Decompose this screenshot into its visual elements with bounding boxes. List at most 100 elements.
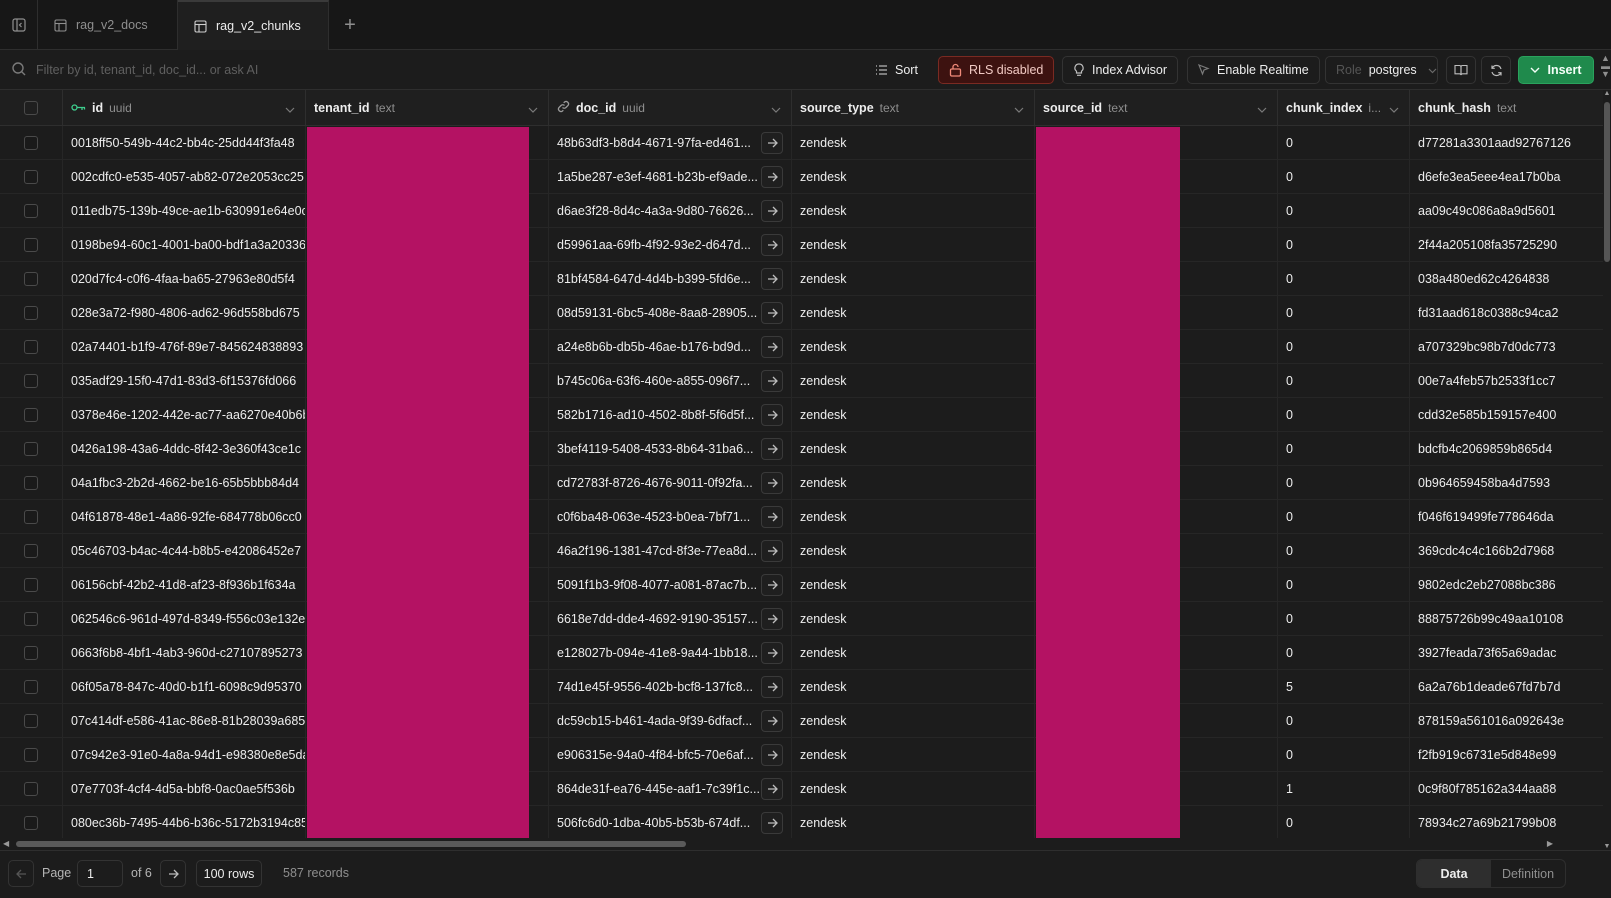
table-row[interactable]: 04f61878-48e1-4a86-92fe-684778b06cc0 c0f6…	[0, 500, 1603, 534]
foreign-key-arrow-icon[interactable]	[761, 778, 783, 800]
horizontal-scroll-thumb[interactable]	[16, 841, 686, 847]
foreign-key-arrow-icon[interactable]	[761, 200, 783, 222]
doc-id-cell[interactable]: 582b1716-ad10-4502-8b8f-5f6d5f...	[549, 398, 792, 432]
insert-button[interactable]: Insert	[1518, 56, 1594, 84]
chunk-hash-cell[interactable]: d77281a3301aad92767126	[1410, 126, 1603, 160]
doc-id-cell[interactable]: 864de31f-ea76-445e-aaf1-7c39f1c...	[549, 772, 792, 806]
id-cell[interactable]: 02a74401-b1f9-476f-89e7-845624838893	[63, 330, 306, 364]
column-header-chunk-index[interactable]: chunk_index i...	[1278, 90, 1410, 126]
id-cell[interactable]: 080ec36b-7495-44b6-b36c-5172b3194c85	[63, 806, 306, 840]
source-type-cell[interactable]: zendesk	[792, 194, 1035, 228]
doc-id-cell[interactable]: 08d59131-6bc5-408e-8aa8-28905...	[549, 296, 792, 330]
source-type-cell[interactable]: zendesk	[792, 704, 1035, 738]
row-checkbox[interactable]	[24, 170, 38, 184]
table-row[interactable]: 080ec36b-7495-44b6-b36c-5172b3194c85 506f…	[0, 806, 1603, 840]
foreign-key-arrow-icon[interactable]	[761, 302, 783, 324]
foreign-key-arrow-icon[interactable]	[761, 608, 783, 630]
row-checkbox[interactable]	[24, 680, 38, 694]
toolbar-overflow-icon[interactable]: ▲ ▬ ▼	[1600, 54, 1611, 79]
chunk-hash-cell[interactable]: d6efe3ea5eee4ea17b0ba	[1410, 160, 1603, 194]
row-checkbox[interactable]	[24, 510, 38, 524]
doc-id-cell[interactable]: 1a5be287-e3ef-4681-b23b-ef9ade...	[549, 160, 792, 194]
id-cell[interactable]: 04a1fbc3-2b2d-4662-be16-65b5bbb84d4	[63, 466, 306, 500]
source-type-cell[interactable]: zendesk	[792, 432, 1035, 466]
table-row[interactable]: 011edb75-139b-49ce-ae1b-630991e64e0c d6ae…	[0, 194, 1603, 228]
row-checkbox[interactable]	[24, 782, 38, 796]
row-checkbox[interactable]	[24, 646, 38, 660]
table-row[interactable]: 07e7703f-4cf4-4d5a-bbf8-0ac0ae5f536b 864d…	[0, 772, 1603, 806]
chunk-hash-cell[interactable]: a707329bc98b7d0dc773	[1410, 330, 1603, 364]
chunk-hash-cell[interactable]: 2f44a205108fa35725290	[1410, 228, 1603, 262]
row-checkbox[interactable]	[24, 238, 38, 252]
doc-id-cell[interactable]: 46a2f196-1381-47cd-8f3e-77ea8d...	[549, 534, 792, 568]
rows-per-page-button[interactable]: 100 rows	[196, 860, 262, 887]
chunk-index-cell[interactable]: 0	[1278, 160, 1410, 194]
vertical-scroll-thumb[interactable]	[1604, 102, 1610, 262]
id-cell[interactable]: 0198be94-60c1-4001-ba00-bdf1a3a20336	[63, 228, 306, 262]
foreign-key-arrow-icon[interactable]	[761, 336, 783, 358]
doc-id-cell[interactable]: 74d1e45f-9556-402b-bcf8-137fc8...	[549, 670, 792, 704]
doc-id-cell[interactable]: a24e8b6b-db5b-46ae-b176-bd9d...	[549, 330, 792, 364]
id-cell[interactable]: 07c414df-e586-41ac-86e8-81b28039a685	[63, 704, 306, 738]
index-advisor-button[interactable]: Index Advisor	[1062, 56, 1179, 84]
row-checkbox[interactable]	[24, 306, 38, 320]
table-row[interactable]: 020d7fc4-c0f6-4faa-ba65-27963e80d5f4 81bf…	[0, 262, 1603, 296]
doc-id-cell[interactable]: d59961aa-69fb-4f92-93e2-d647d...	[549, 228, 792, 262]
source-type-cell[interactable]: zendesk	[792, 398, 1035, 432]
chunk-hash-cell[interactable]: cdd32e585b159157e400	[1410, 398, 1603, 432]
column-header-id[interactable]: id uuid	[63, 90, 306, 126]
doc-id-cell[interactable]: d6ae3f28-8d4c-4a3a-9d80-76626...	[549, 194, 792, 228]
row-checkbox[interactable]	[24, 408, 38, 422]
source-type-cell[interactable]: zendesk	[792, 670, 1035, 704]
id-cell[interactable]: 06156cbf-42b2-41d8-af23-8f936b1f634a	[63, 568, 306, 602]
foreign-key-arrow-icon[interactable]	[761, 574, 783, 596]
row-checkbox[interactable]	[24, 578, 38, 592]
table-row[interactable]: 0663f6b8-4bf1-4ab3-960d-c27107895273 e128…	[0, 636, 1603, 670]
id-cell[interactable]: 062546c6-961d-497d-8349-f556c03e132e	[63, 602, 306, 636]
source-type-cell[interactable]: zendesk	[792, 602, 1035, 636]
chunk-hash-cell[interactable]: 88875726b99c49aa10108	[1410, 602, 1603, 636]
row-checkbox[interactable]	[24, 340, 38, 354]
table-row[interactable]: 028e3a72-f980-4806-ad62-96d558bd675 08d59…	[0, 296, 1603, 330]
table-row[interactable]: 07c414df-e586-41ac-86e8-81b28039a685 dc59…	[0, 704, 1603, 738]
chunk-index-cell[interactable]: 0	[1278, 738, 1410, 772]
id-cell[interactable]: 0378e46e-1202-442e-ac77-aa6270e40b6b	[63, 398, 306, 432]
row-checkbox[interactable]	[24, 714, 38, 728]
source-type-cell[interactable]: zendesk	[792, 262, 1035, 296]
scroll-up-icon[interactable]: ▲	[1603, 90, 1611, 97]
table-row[interactable]: 0198be94-60c1-4001-ba00-bdf1a3a20336 d599…	[0, 228, 1603, 262]
chunk-hash-cell[interactable]: f2fb919c6731e5d848e99	[1410, 738, 1603, 772]
source-type-cell[interactable]: zendesk	[792, 636, 1035, 670]
foreign-key-arrow-icon[interactable]	[761, 676, 783, 698]
chevron-down-icon[interactable]	[1257, 101, 1267, 116]
foreign-key-arrow-icon[interactable]	[761, 812, 783, 834]
doc-id-cell[interactable]: 5091f1b3-9f08-4077-a081-87ac7b...	[549, 568, 792, 602]
foreign-key-arrow-icon[interactable]	[761, 506, 783, 528]
definition-book-icon[interactable]	[1446, 56, 1476, 84]
row-checkbox[interactable]	[24, 816, 38, 830]
id-cell[interactable]: 05c46703-b4ac-4c44-b8b5-e42086452e7	[63, 534, 306, 568]
table-row[interactable]: 0378e46e-1202-442e-ac77-aa6270e40b6b 582b…	[0, 398, 1603, 432]
chunk-index-cell[interactable]: 0	[1278, 296, 1410, 330]
row-checkbox[interactable]	[24, 612, 38, 626]
source-type-cell[interactable]: zendesk	[792, 296, 1035, 330]
source-type-cell[interactable]: zendesk	[792, 466, 1035, 500]
doc-id-cell[interactable]: cd72783f-8726-4676-9011-0f92fa...	[549, 466, 792, 500]
chunk-index-cell[interactable]: 0	[1278, 568, 1410, 602]
id-cell[interactable]: 011edb75-139b-49ce-ae1b-630991e64e0c	[63, 194, 306, 228]
chevron-down-icon[interactable]	[771, 101, 781, 116]
chunk-index-cell[interactable]: 0	[1278, 500, 1410, 534]
table-row[interactable]: 04a1fbc3-2b2d-4662-be16-65b5bbb84d4 cd727…	[0, 466, 1603, 500]
table-row[interactable]: 062546c6-961d-497d-8349-f556c03e132e 6618…	[0, 602, 1603, 636]
enable-realtime-button[interactable]: Enable Realtime	[1187, 56, 1320, 84]
doc-id-cell[interactable]: c0f6ba48-063e-4523-b0ea-7bf71...	[549, 500, 792, 534]
source-type-cell[interactable]: zendesk	[792, 772, 1035, 806]
id-cell[interactable]: 07c942e3-91e0-4a8a-94d1-e98380e8e5da	[63, 738, 306, 772]
id-cell[interactable]: 0018ff50-549b-44c2-bb4c-25dd44f3fa48	[63, 126, 306, 160]
chunk-hash-cell[interactable]: bdcfb4c2069859b865d4	[1410, 432, 1603, 466]
column-header-source-type[interactable]: source_type text	[792, 90, 1035, 126]
id-cell[interactable]: 020d7fc4-c0f6-4faa-ba65-27963e80d5f4	[63, 262, 306, 296]
chunk-hash-cell[interactable]: 9802edc2eb27088bc386	[1410, 568, 1603, 602]
tab-rag-v2-chunks[interactable]: rag_v2_chunks	[178, 0, 329, 50]
refresh-icon[interactable]	[1481, 56, 1511, 84]
